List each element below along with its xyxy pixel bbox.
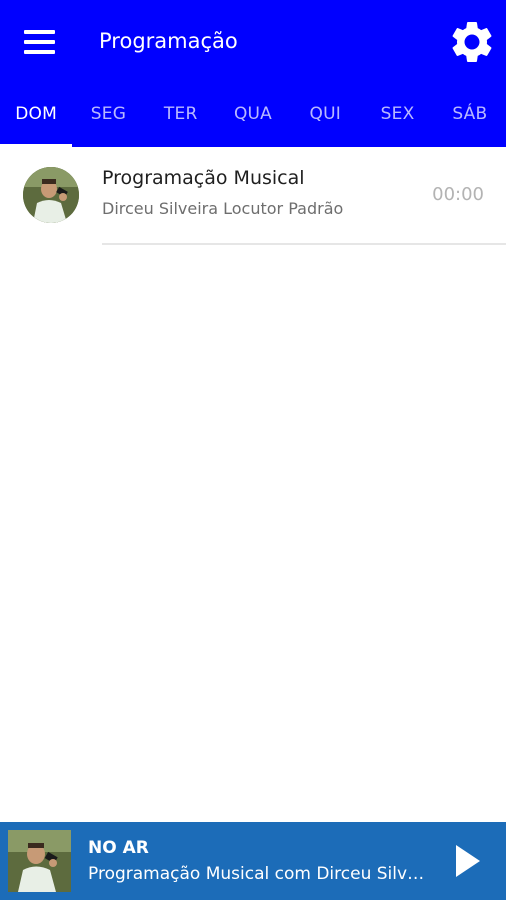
program-title: Programação Musical <box>102 167 305 189</box>
now-playing-thumbnail <box>8 830 71 892</box>
on-air-label: NO AR <box>88 838 149 858</box>
app-header: Programação DOM SEG TER QUA QUI SEX SÁB <box>0 0 506 147</box>
tab-qua[interactable]: QUA <box>217 92 289 147</box>
tab-sex[interactable]: SEX <box>361 92 433 147</box>
tab-qui[interactable]: QUI <box>289 92 361 147</box>
program-time: 00:00 <box>432 184 484 205</box>
program-host: Dirceu Silveira Locutor Padrão <box>102 199 344 218</box>
schedule-item[interactable]: Programação Musical Dirceu Silveira Locu… <box>0 147 506 245</box>
tab-ter[interactable]: TER <box>145 92 217 147</box>
host-photo-icon <box>23 167 79 223</box>
gear-icon[interactable] <box>447 17 497 67</box>
app-root: Programação DOM SEG TER QUA QUI SEX SÁB <box>0 0 506 900</box>
menu-icon[interactable] <box>18 22 62 62</box>
menu-icon-bar <box>24 50 55 54</box>
play-icon-graphic <box>456 845 480 877</box>
now-playing-title: Programação Musical com Dirceu Silveira … <box>88 864 428 884</box>
tab-seg[interactable]: SEG <box>72 92 144 147</box>
page-title: Programação <box>99 29 238 53</box>
list-divider <box>102 243 506 245</box>
menu-icon-bar <box>24 40 55 44</box>
tab-sab[interactable]: SÁB <box>434 92 506 147</box>
day-tabs: DOM SEG TER QUA QUI SEX SÁB <box>0 92 506 147</box>
now-playing-bar[interactable]: NO AR Programação Musical com Dirceu Sil… <box>0 822 506 900</box>
toolbar: Programação <box>0 0 506 84</box>
host-photo-icon <box>8 830 71 892</box>
play-icon[interactable] <box>447 840 487 882</box>
gear-icon-graphic <box>452 22 492 62</box>
tab-dom[interactable]: DOM <box>0 92 73 147</box>
menu-icon-bar <box>24 30 55 34</box>
host-avatar <box>23 167 79 223</box>
